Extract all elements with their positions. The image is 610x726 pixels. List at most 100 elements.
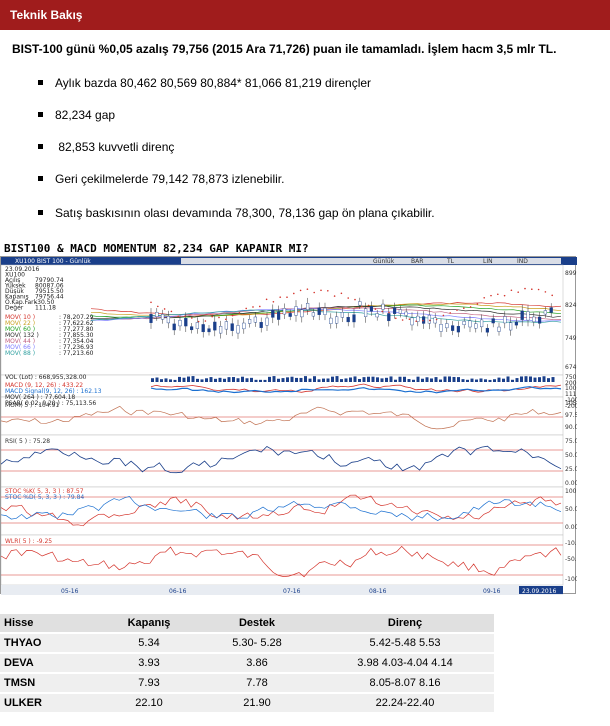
volume-bar: [457, 377, 460, 382]
bullet-item: Satış baskısının olası devamında 78,300,…: [38, 206, 435, 220]
volume-bar: [520, 376, 523, 382]
candle-body: [543, 310, 547, 315]
bullet-text: Aylık bazda 80,462 80,569 80,884* 81,066…: [55, 76, 372, 90]
psar-dot: [225, 318, 227, 321]
volume-bar: [529, 376, 532, 382]
toolbar-gunluk[interactable]: Günlük: [373, 258, 395, 265]
cell-kapanis: 3.93: [100, 654, 198, 672]
volume-bar: [295, 377, 298, 382]
psar-dot: [490, 294, 492, 297]
volume-bar: [511, 379, 514, 382]
bullet-item: 82,234 gap: [38, 108, 115, 122]
volume-bar: [538, 377, 541, 382]
toolbar-tl[interactable]: TL: [446, 258, 455, 265]
candle-body: [381, 303, 385, 310]
candle-body: [416, 315, 420, 322]
psar-dot: [469, 306, 472, 308]
volume-bar: [403, 376, 406, 382]
stoc-axis-tick: 100.00: [565, 488, 577, 495]
psar-dot: [395, 317, 397, 320]
psar-dot: [401, 319, 404, 321]
rsi-axis-tick: 0.00: [565, 480, 577, 487]
psar-dot: [367, 304, 370, 307]
volume-bar: [434, 377, 438, 382]
volume-bar: [533, 377, 537, 382]
candle-body: [398, 309, 402, 314]
psar-dot: [150, 301, 152, 304]
volume-bar: [277, 378, 280, 382]
psar-dot: [170, 310, 173, 313]
candle-body: [393, 307, 397, 314]
candle-body: [178, 320, 182, 327]
volume-bar: [205, 378, 208, 382]
candle-body: [364, 308, 368, 317]
candle-body: [172, 323, 176, 331]
volume-bar: [259, 379, 262, 382]
volume-bar: [349, 377, 352, 382]
psar-dot: [163, 308, 166, 310]
chart-window-title: XU100 BIST 100 - Günlük: [15, 258, 91, 265]
candle-body: [335, 316, 339, 324]
volume-bar: [542, 376, 546, 382]
toolbar-lin[interactable]: LIN: [483, 258, 493, 265]
table-row: ULKER 22.10 21.90 22.24-22.40: [0, 694, 494, 712]
bullet-item: Aylık bazda 80,462 80,569 80,884* 81,066…: [38, 76, 371, 90]
psar-dot: [531, 288, 533, 291]
candle-body: [282, 308, 286, 315]
volume-bar: [506, 376, 510, 382]
candle-body: [549, 307, 553, 313]
psar-dot: [483, 296, 486, 299]
market-summary: BIST-100 günü %0,05 azalış 79,756 (2015 …: [12, 42, 557, 56]
stoc-axis-tick: 50.00: [565, 506, 577, 513]
psar-dot: [313, 291, 316, 294]
candle-body: [242, 322, 246, 330]
candle-body: [160, 314, 165, 320]
table-row: DEVA 3.93 3.86 3.98 4.03-4.04 4.14: [0, 654, 494, 672]
candle-body: [462, 321, 466, 325]
candle-body: [514, 321, 518, 326]
volume-bar: [515, 378, 519, 382]
candle-body: [201, 324, 205, 333]
psar-dot: [422, 319, 424, 322]
date-current: 23.09.2016: [522, 588, 557, 595]
candle-body: [155, 312, 159, 317]
cell-direnc: 3.98 4.03-4.04 4.14: [316, 654, 494, 672]
volume-bar: [470, 378, 474, 382]
psar-dot: [204, 320, 207, 322]
volume-bar: [187, 376, 190, 382]
candle-body: [300, 309, 304, 318]
volume-bar: [430, 378, 433, 382]
candle-body: [271, 309, 275, 318]
psar-dot: [449, 312, 452, 314]
psar-dot: [279, 296, 282, 298]
psar-dot: [333, 295, 336, 297]
wlr-label: WLR( 5 ) : -9.25: [5, 538, 52, 545]
rsi-axis-tick: 25.00: [565, 466, 577, 473]
candle-body: [485, 327, 489, 333]
candle-body: [340, 312, 344, 318]
volume-bar: [475, 379, 478, 382]
technical-chart: XU100 BIST 100 - Günlük Günlük BAR TL LI…: [0, 256, 577, 595]
candle-body: [184, 317, 188, 327]
psar-dot: [347, 297, 350, 299]
candle-body: [433, 317, 437, 324]
psar-dot: [191, 317, 193, 319]
volume-bar: [245, 378, 249, 382]
candle-body: [503, 316, 507, 324]
volume-bar: [340, 379, 343, 382]
volume-bar: [272, 376, 276, 382]
psar-dot: [177, 315, 179, 317]
candle-body: [224, 321, 228, 330]
info-value: 111.18: [35, 305, 56, 312]
toolbar-ind[interactable]: İND: [517, 258, 528, 265]
candle-body: [410, 317, 414, 326]
candle-body: [247, 319, 252, 324]
candle-body: [317, 307, 321, 315]
mom-axis-tick: 105.00: [565, 400, 577, 407]
volume-bar: [394, 379, 397, 382]
psar-dot: [340, 292, 343, 295]
toolbar-bar[interactable]: BAR: [411, 258, 423, 265]
section-header: Teknik Bakış: [0, 0, 610, 30]
candle-body: [520, 310, 524, 320]
psar-dot: [415, 320, 418, 323]
